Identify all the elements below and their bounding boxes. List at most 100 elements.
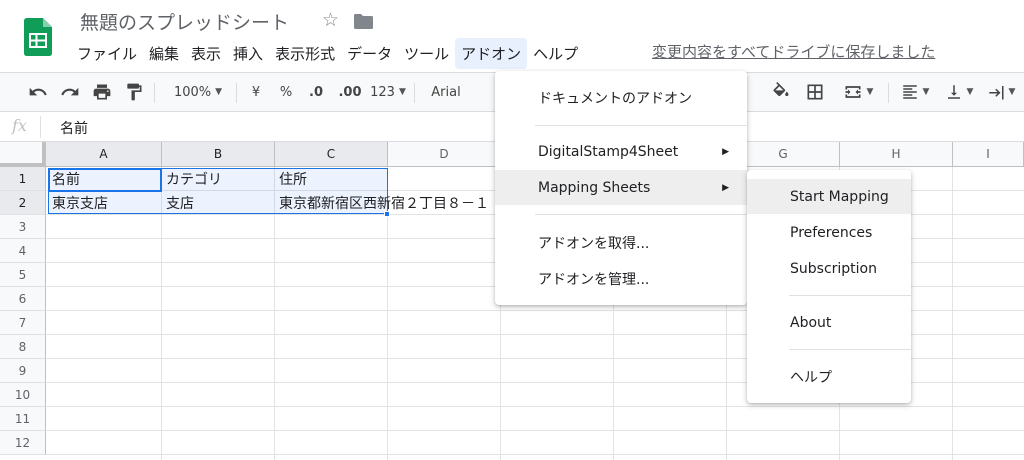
row-header[interactable]: 8: [0, 335, 46, 359]
cell-a1[interactable]: 名前: [52, 168, 80, 190]
row-header[interactable]: 12: [0, 431, 46, 455]
chevron-down-icon: ▼: [215, 87, 223, 97]
row-header[interactable]: 2: [0, 191, 46, 215]
text-rotation-button[interactable]: ▼: [982, 73, 1020, 111]
menu-edit[interactable]: 編集: [143, 38, 185, 69]
zoom-value: 100%: [173, 84, 212, 100]
more-formats-label: 123: [370, 84, 395, 100]
vertical-align-button[interactable]: ▼: [940, 73, 978, 111]
column-header[interactable]: A: [46, 142, 162, 167]
redo-icon[interactable]: [56, 73, 84, 111]
chevron-down-icon: ▼: [398, 87, 406, 97]
row-header[interactable]: 1: [0, 167, 46, 191]
menu-item-label: Mapping Sheets: [538, 179, 651, 196]
menu-item-start-mapping[interactable]: Start Mapping: [747, 179, 911, 214]
mapping-sheets-submenu: Start Mapping Preferences Subscription A…: [747, 170, 911, 403]
toolbar-divider: [154, 83, 155, 103]
row-header[interactable]: 11: [0, 407, 46, 431]
row-header[interactable]: 6: [0, 287, 46, 311]
menu-item-subscription[interactable]: Subscription: [747, 251, 911, 286]
cell-c2[interactable]: 東京都新宿区西新宿２丁目８－１: [279, 192, 489, 214]
title-bar: 無題のスプレッドシート ☆ ファイル 編集 表示 挿入 表示形式 データ ツール…: [0, 0, 1024, 72]
menu-item-mapping-sheets[interactable]: Mapping Sheets ▶: [495, 170, 747, 205]
chevron-down-icon: ▼: [866, 87, 874, 97]
menu-item-document-addons[interactable]: ドキュメントのアドオン: [495, 80, 747, 115]
addons-menu: ドキュメントのアドオン DigitalStamp4Sheet ▶ Mapping…: [495, 71, 747, 305]
fill-color-icon[interactable]: [766, 73, 796, 111]
menu-item-get-addons[interactable]: アドオンを取得...: [495, 225, 747, 260]
select-all-corner[interactable]: [0, 142, 46, 167]
submenu-arrow-icon: ▶: [722, 146, 729, 157]
fx-icon: fx: [12, 116, 27, 135]
increase-decimal-button[interactable]: .00: [334, 73, 366, 111]
formula-input[interactable]: 名前: [60, 118, 88, 138]
sheets-logo-icon[interactable]: [24, 18, 52, 56]
toolbar-divider: [236, 83, 237, 103]
merge-cells-button[interactable]: ▼: [834, 73, 882, 111]
menu-format[interactable]: 表示形式: [269, 38, 341, 69]
menu-help[interactable]: ヘルプ: [527, 38, 584, 69]
row-header[interactable]: 5: [0, 263, 46, 287]
grid-line: [46, 406, 1024, 407]
text-rotation-icon: [988, 86, 1004, 100]
menu-bar: ファイル 編集 表示 挿入 表示形式 データ ツール アドオン ヘルプ: [71, 37, 584, 69]
menu-file[interactable]: ファイル: [71, 38, 143, 69]
menu-item-help[interactable]: ヘルプ: [747, 359, 911, 394]
chevron-down-icon: ▼: [1008, 87, 1016, 97]
cell-a2[interactable]: 東京支店: [52, 192, 108, 214]
decrease-decimal-button[interactable]: .0: [302, 73, 330, 111]
folder-icon[interactable]: [354, 14, 373, 29]
menu-item-manage-addons[interactable]: アドオンを管理...: [495, 261, 747, 296]
toolbar-divider: [888, 83, 889, 103]
document-title[interactable]: 無題のスプレッドシート: [80, 8, 289, 35]
grid-line: [952, 167, 953, 460]
more-formats-button[interactable]: 123 ▼: [368, 73, 408, 111]
star-icon[interactable]: ☆: [322, 9, 339, 31]
save-status-link[interactable]: 変更内容をすべてドライブに保存しました: [652, 41, 935, 62]
menu-item-label: DigitalStamp4Sheet: [538, 143, 679, 160]
percent-button[interactable]: %: [274, 73, 298, 111]
row-header[interactable]: 9: [0, 359, 46, 383]
menu-item-preferences[interactable]: Preferences: [747, 215, 911, 250]
row-header[interactable]: 3: [0, 215, 46, 239]
valign-bottom-icon: [947, 85, 960, 99]
undo-icon[interactable]: [24, 73, 52, 111]
column-header[interactable]: D: [388, 142, 501, 167]
print-icon[interactable]: [88, 73, 116, 111]
menu-divider: [789, 295, 911, 296]
menu-divider: [789, 349, 911, 350]
row-header[interactable]: 4: [0, 239, 46, 263]
horizontal-align-button[interactable]: ▼: [896, 73, 934, 111]
menu-divider: [535, 125, 747, 126]
formula-divider: [40, 116, 41, 138]
menu-view[interactable]: 表示: [185, 38, 227, 69]
currency-button[interactable]: ¥: [244, 73, 268, 111]
submenu-arrow-icon: ▶: [722, 182, 729, 193]
menu-addons[interactable]: アドオン: [455, 37, 528, 69]
menu-data[interactable]: データ: [341, 38, 398, 69]
column-header[interactable]: C: [275, 142, 388, 167]
chevron-down-icon: ▼: [922, 87, 930, 97]
row-header[interactable]: 7: [0, 311, 46, 335]
zoom-select[interactable]: 100% ▼: [166, 73, 230, 111]
column-header[interactable]: H: [840, 142, 953, 167]
menu-tools[interactable]: ツール: [398, 38, 455, 69]
menu-insert[interactable]: 挿入: [227, 38, 269, 69]
chevron-down-icon: ▼: [966, 87, 974, 97]
column-header[interactable]: I: [953, 142, 1024, 167]
grid-line: [46, 454, 1024, 455]
align-left-icon: [902, 85, 917, 99]
font-select[interactable]: Arial: [424, 73, 468, 111]
row-header[interactable]: 10: [0, 383, 46, 407]
cell-c1[interactable]: 住所: [279, 168, 307, 190]
borders-icon[interactable]: [800, 73, 830, 111]
menu-item-digitalstamp4sheet[interactable]: DigitalStamp4Sheet ▶: [495, 134, 747, 169]
merge-icon: [845, 86, 861, 98]
toolbar-divider: [414, 83, 415, 103]
column-header[interactable]: B: [162, 142, 275, 167]
cell-b1[interactable]: カテゴリ: [166, 168, 222, 190]
paint-format-icon[interactable]: [120, 73, 148, 111]
menu-item-about[interactable]: About: [747, 305, 911, 340]
grid-line: [46, 430, 1024, 431]
cell-b2[interactable]: 支店: [166, 192, 194, 214]
